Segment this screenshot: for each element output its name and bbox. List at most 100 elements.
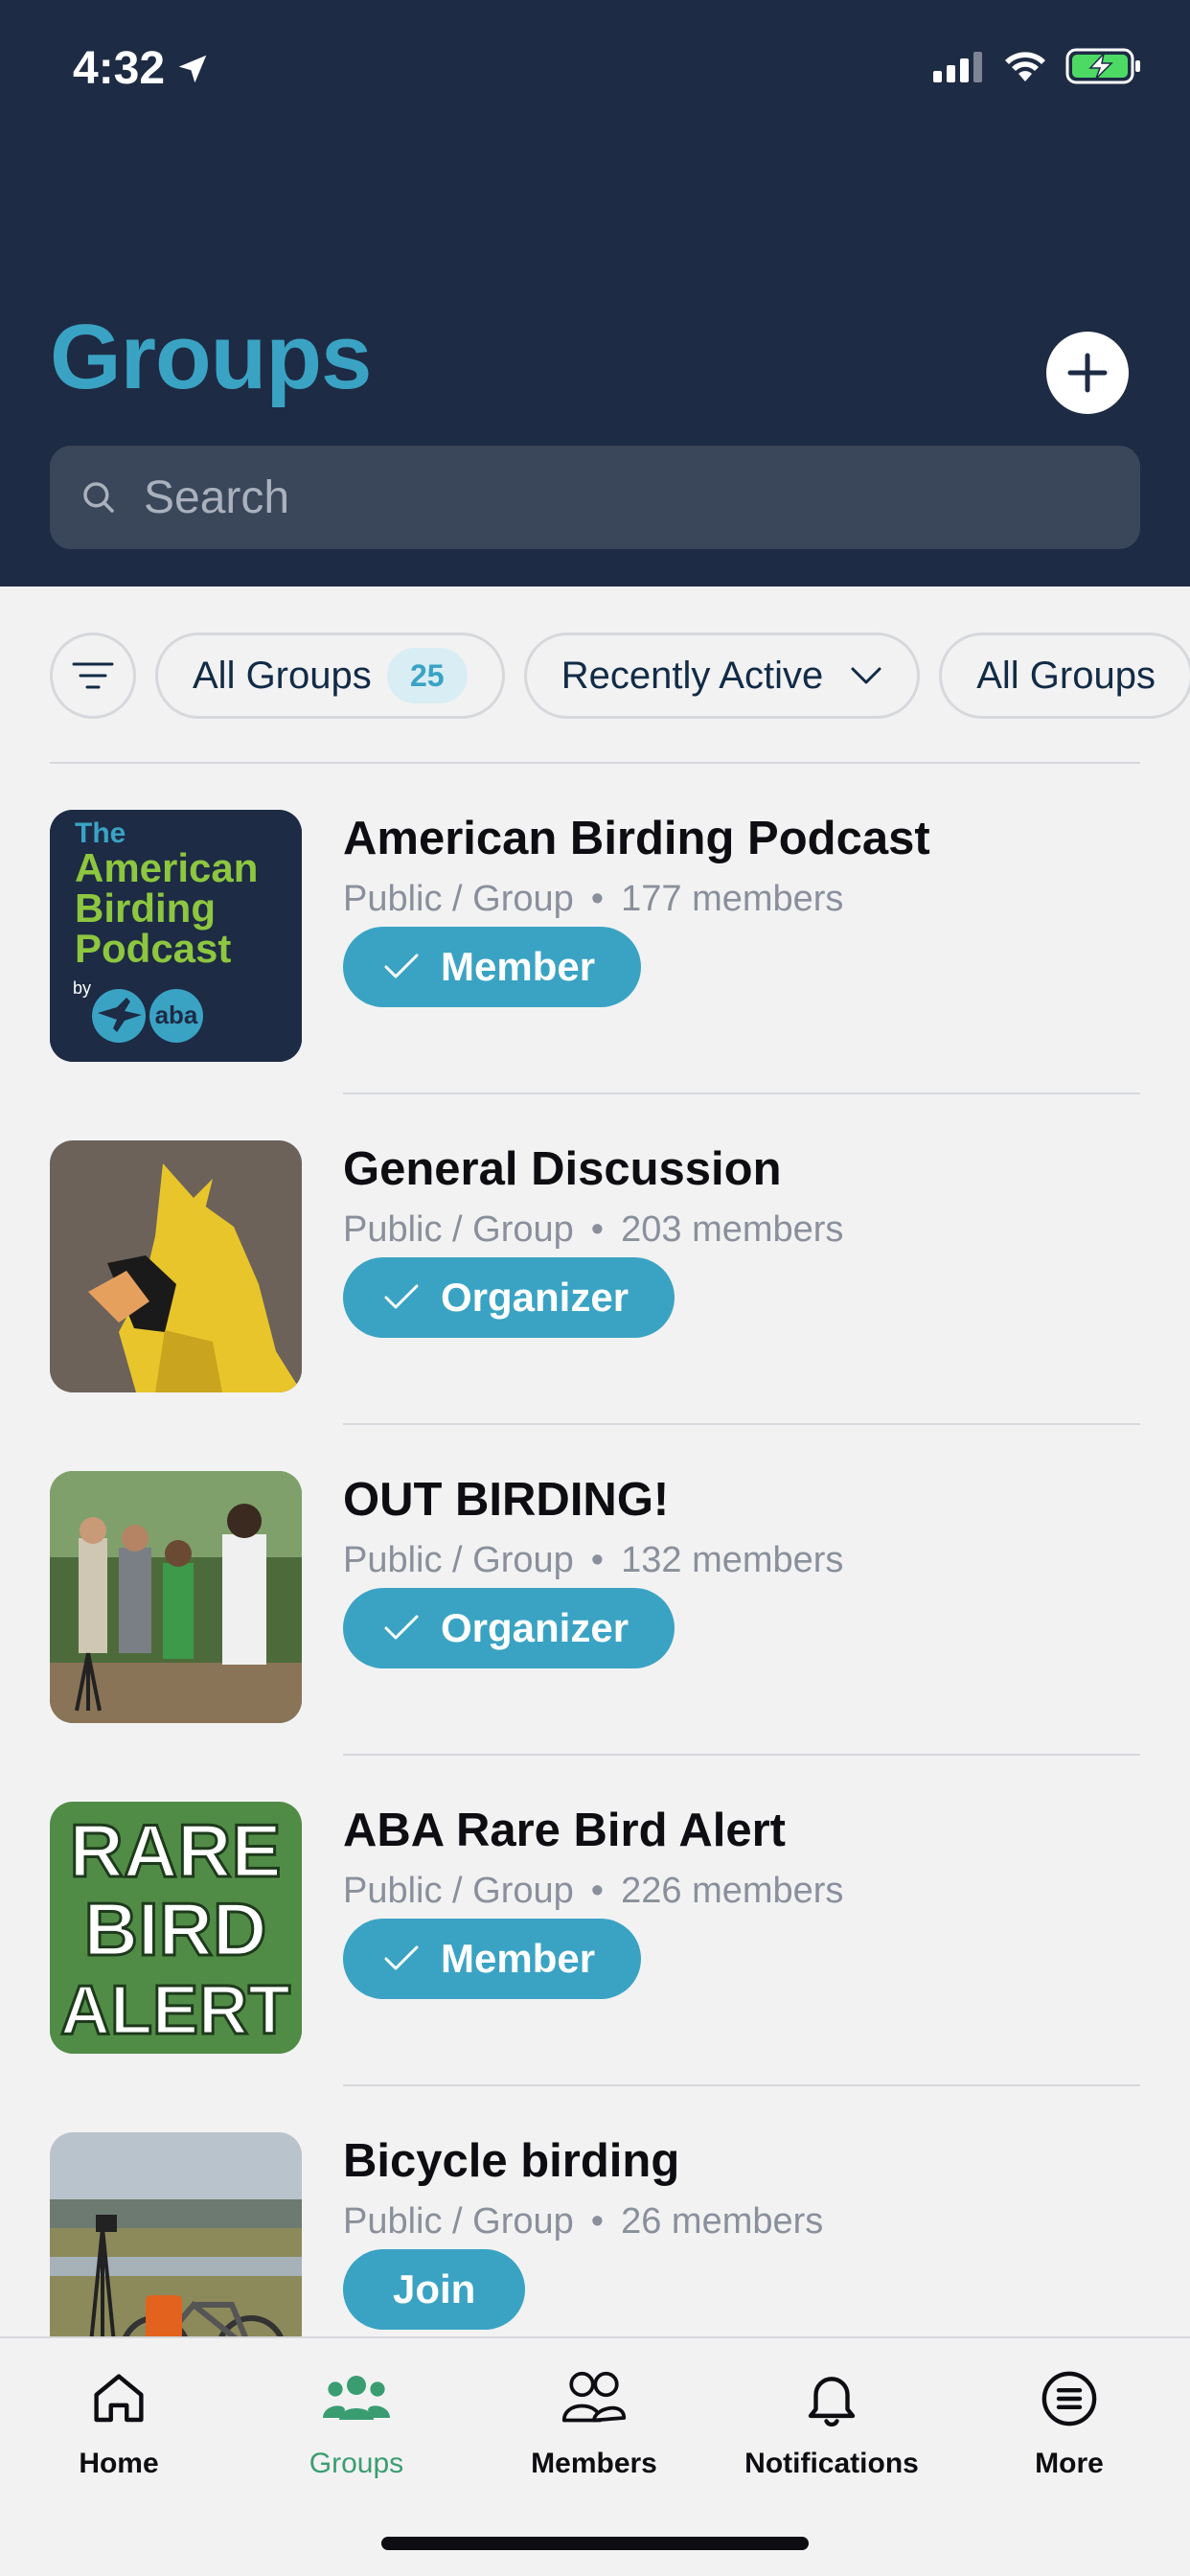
membership-button[interactable]: Organizer [343, 1257, 675, 1338]
status-icons [933, 48, 1142, 84]
membership-button[interactable]: Member [343, 927, 642, 1007]
checkmark-icon [384, 1615, 419, 1640]
thumb-text-alert: ALERT [60, 1972, 290, 2049]
membership-label: Join [393, 2266, 476, 2312]
separator-dot: • [590, 1209, 605, 1250]
sort-label: Recently Active [561, 654, 824, 697]
group-row-aba-rare-bird-alert[interactable]: RARE BIRD ALERT ABA Rare Bird Alert Publ… [50, 1756, 1140, 2086]
search-input[interactable] [144, 471, 1064, 524]
battery-charging-icon [1065, 48, 1140, 84]
group-row-american-birding-podcast[interactable]: The American Birding Podcast by aba Amer… [50, 764, 1140, 1094]
group-privacy: Public / Group [343, 2201, 574, 2242]
group-member-count: 26 members [621, 2201, 824, 2242]
home-indicator[interactable] [381, 2537, 809, 2550]
status-time: 4:32 [73, 42, 211, 95]
group-member-count: 132 members [621, 1540, 844, 1580]
groups-icon [323, 2376, 390, 2420]
bell-icon [808, 2377, 856, 2427]
membership-label: Member [441, 1936, 596, 1981]
group-avatar [50, 1471, 302, 1723]
group-privacy: Public / Group [343, 1540, 574, 1580]
group-meta: Public / Group • 203 members [343, 1209, 843, 1251]
menu-icon [1041, 2371, 1097, 2426]
tab-label: Home [79, 2448, 159, 2479]
group-meta: Public / Group • 26 members [343, 2201, 823, 2242]
thumb-text-american: American [75, 845, 258, 890]
tab-label: More [1035, 2448, 1104, 2479]
group-meta: Public / Group • 226 members [343, 1871, 843, 1912]
all-groups-chip[interactable]: All Groups 25 [155, 632, 505, 719]
tab-label: Groups [309, 2448, 404, 2479]
tab-label: Members [531, 2448, 657, 2479]
tab-notifications[interactable]: Notifications [713, 2358, 950, 2480]
plus-icon [1067, 353, 1108, 393]
separator-dot: • [590, 1540, 605, 1580]
group-avatar [50, 1140, 302, 1392]
sort-dropdown[interactable]: Recently Active [523, 632, 921, 719]
group-name[interactable]: ABA Rare Bird Alert [343, 1804, 786, 1857]
members-icon [561, 2371, 627, 2423]
search-icon [83, 482, 114, 513]
group-count-badge: 25 [386, 648, 468, 703]
filter-bar: All Groups 25 Recently Active All Groups [50, 632, 1190, 719]
group-member-count: 203 members [621, 1209, 844, 1250]
status-time-text: 4:32 [73, 43, 166, 94]
group-meta: Public / Group • 132 members [343, 1540, 843, 1581]
thumb-text-birding: Birding [75, 886, 216, 931]
group-name[interactable]: Bicycle birding [343, 2134, 679, 2188]
wifi-icon [1005, 52, 1045, 81]
filter-icon [72, 662, 114, 689]
rare-bird-alert-logo: RARE BIRD ALERT [50, 1802, 302, 2054]
add-group-button[interactable] [1046, 332, 1129, 414]
chevron-down-icon [851, 667, 881, 684]
tab-groups[interactable]: Groups [238, 2358, 475, 2480]
membership-label: Organizer [441, 1275, 629, 1320]
search-bar[interactable] [50, 446, 1140, 549]
birders-photo [50, 1471, 302, 1723]
group-row-out-birding[interactable]: OUT BIRDING! Public / Group • 132 members … [50, 1425, 1140, 1756]
separator-dot: • [590, 2201, 605, 2242]
thumb-text-by: by [73, 978, 91, 998]
all-groups-label: All Groups [193, 654, 372, 697]
home-icon [94, 2374, 144, 2423]
membership-label: Member [441, 944, 596, 989]
group-name[interactable]: OUT BIRDING! [343, 1473, 669, 1527]
page-title: Groups [50, 306, 372, 408]
header: 4:32 Groups [0, 0, 1190, 586]
thumb-text-rare: RARE [69, 1808, 281, 1893]
checkmark-icon [384, 1284, 419, 1309]
signal-icon [933, 52, 982, 82]
group-name[interactable]: General Discussion [343, 1142, 782, 1196]
separator-dot: • [590, 1871, 605, 1911]
checkmark-icon [384, 1945, 419, 1970]
cardinal-photo [50, 1140, 302, 1392]
group-privacy: Public / Group [343, 1871, 574, 1911]
tab-more[interactable]: More [950, 2358, 1188, 2480]
group-avatar: The American Birding Podcast by aba [50, 810, 302, 1062]
group-privacy: Public / Group [343, 1209, 574, 1250]
tab-home[interactable]: Home [0, 2358, 238, 2480]
group-type-label: All Groups [976, 654, 1156, 697]
join-button[interactable]: Join [343, 2249, 526, 2330]
filter-button[interactable] [50, 632, 136, 719]
group-row-general-discussion[interactable]: General Discussion Public / Group • 203 me… [50, 1094, 1140, 1425]
location-arrow-icon [178, 55, 207, 82]
group-member-count: 226 members [621, 1871, 844, 1911]
group-member-count: 177 members [621, 879, 844, 919]
podcast-logo: The American Birding Podcast by aba [50, 810, 302, 1062]
checkmark-icon [384, 954, 419, 978]
thumb-text-podcast: Podcast [75, 926, 231, 971]
thumb-text-aba: aba [155, 1000, 198, 1029]
group-privacy: Public / Group [343, 879, 574, 919]
tab-label: Notifications [744, 2448, 919, 2479]
membership-button[interactable]: Member [343, 1919, 642, 1999]
group-name[interactable]: American Birding Podcast [343, 812, 930, 865]
group-meta: Public / Group • 177 members [343, 879, 843, 920]
group-avatar: RARE BIRD ALERT [50, 1802, 302, 2054]
membership-label: Organizer [441, 1605, 629, 1650]
thumb-text-bird: BIRD [84, 1887, 267, 1971]
tab-members[interactable]: Members [475, 2358, 713, 2480]
separator-dot: • [590, 879, 605, 919]
membership-button[interactable]: Organizer [343, 1588, 675, 1668]
group-type-dropdown[interactable]: All Groups [939, 632, 1190, 719]
